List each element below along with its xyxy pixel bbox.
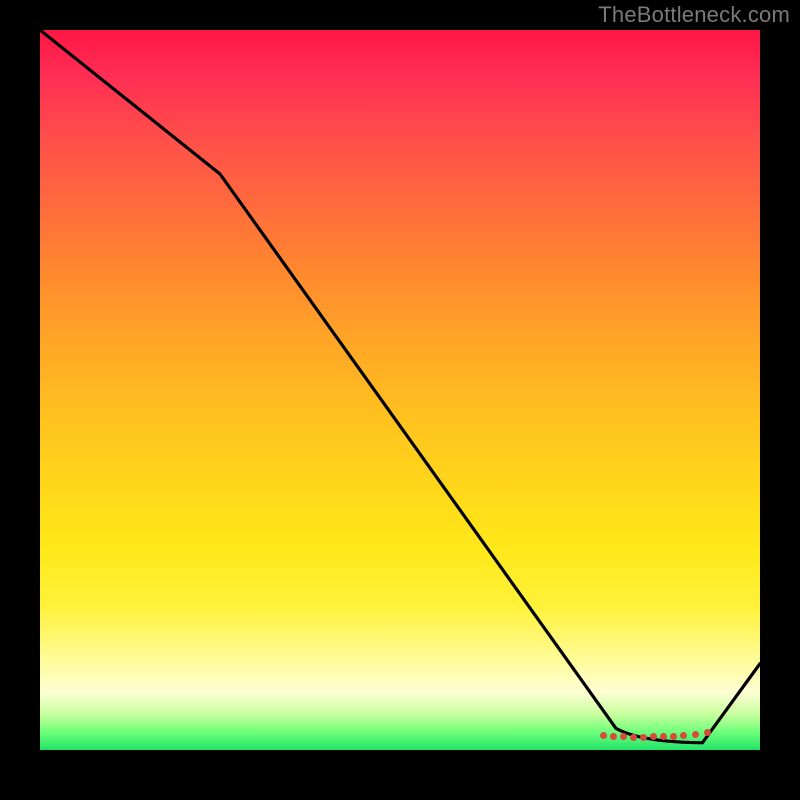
bottleneck-curve (40, 30, 760, 750)
chart-container: TheBottleneck.com (0, 0, 800, 800)
plot-area (40, 30, 760, 750)
watermark-text: TheBottleneck.com (598, 2, 790, 28)
